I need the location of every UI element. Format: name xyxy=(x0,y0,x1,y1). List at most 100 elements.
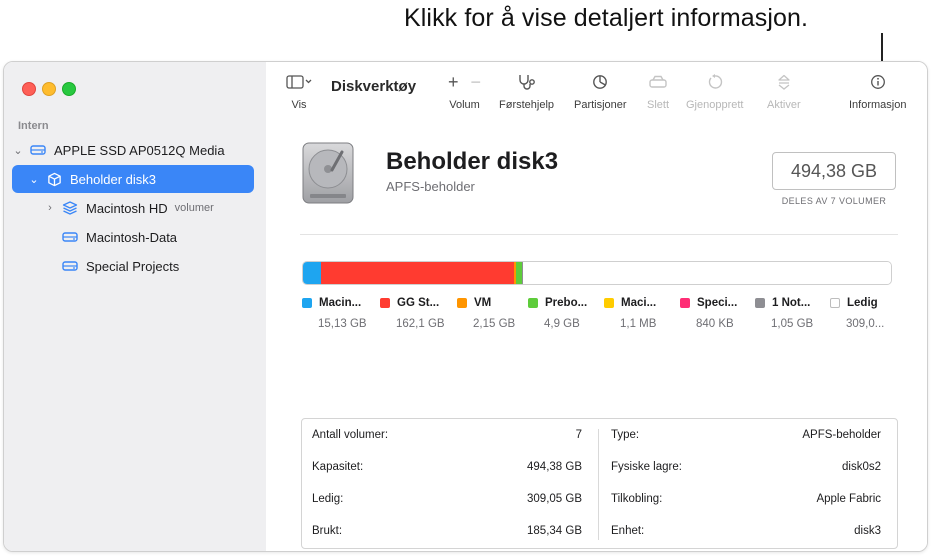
legend-value: 1,05 GB xyxy=(771,318,814,330)
sidebar-item-apple-ssd[interactable]: ⌄ APPLE SSD AP0512Q Media xyxy=(12,136,260,164)
first-aid-button[interactable]: Førstehjelp xyxy=(499,72,554,111)
legend-value: 2,15 GB xyxy=(473,318,516,330)
sidebar-item-label: Macintosh-Data xyxy=(86,229,178,245)
view-button[interactable]: Vis xyxy=(286,72,312,111)
sidebar-item-macintosh-hd[interactable]: › Macintosh HD volumer xyxy=(12,194,260,222)
info-row: Tilkobling: Apple Fabric xyxy=(601,483,889,515)
info-button[interactable]: Informasjon xyxy=(849,72,906,111)
view-label: Vis xyxy=(291,99,307,111)
mount-icon xyxy=(776,72,792,92)
legend-item: Ledig 309,0... xyxy=(830,297,906,330)
add-volume-icon[interactable]: + xyxy=(448,72,459,93)
usage-segment xyxy=(523,262,891,284)
info-row: Type: APFS-beholder xyxy=(601,419,889,451)
info-row: Fysiske lagre: disk0s2 xyxy=(601,451,889,483)
sidebar-item-label: APPLE SSD AP0512Q Media xyxy=(54,142,225,158)
info-key: Enhet: xyxy=(611,525,645,537)
sidebar-item-special-projects[interactable]: Special Projects xyxy=(56,252,256,280)
layers-icon xyxy=(62,200,78,216)
sidebar-item-label: Beholder disk3 xyxy=(70,171,156,187)
restore-icon xyxy=(707,72,723,92)
app-title: Diskverktøy xyxy=(331,78,417,95)
info-row: Brukt: 185,34 GB xyxy=(302,515,590,547)
legend-value: 15,13 GB xyxy=(318,318,367,330)
chevron-down-icon[interactable]: ⌄ xyxy=(28,173,40,186)
legend-swatch xyxy=(528,298,538,308)
legend-value: 4,9 GB xyxy=(544,318,580,330)
info-value: 185,34 GB xyxy=(527,525,582,537)
info-key: Brukt: xyxy=(312,525,343,537)
info-key: Antall volumer: xyxy=(312,429,389,441)
hard-disk-icon xyxy=(302,142,354,204)
partition-label: Partisjoner xyxy=(574,99,627,111)
mount-button[interactable]: Aktiver xyxy=(767,72,801,111)
callout-text: Klikk for å vise detaljert informasjon. xyxy=(404,4,809,32)
usage-segment xyxy=(303,262,321,284)
legend-item: Macin... 15,13 GB xyxy=(302,297,378,330)
legend-value: 1,1 MB xyxy=(620,318,657,330)
legend-swatch xyxy=(604,298,614,308)
legend-swatch xyxy=(830,298,840,308)
disk-size-box: 494,38 GB xyxy=(772,152,896,190)
legend-item: Prebo... 4,9 GB xyxy=(528,297,604,330)
zoom-window-button[interactable] xyxy=(62,82,76,96)
usage-segment xyxy=(320,262,514,284)
first-aid-label: Førstehjelp xyxy=(499,99,555,111)
info-value: disk0s2 xyxy=(842,461,881,473)
partition-button[interactable]: Partisjoner xyxy=(574,72,627,111)
disk-utility-window: Intern ⌄ APPLE SSD AP0512Q Media ⌄ Behol… xyxy=(3,61,928,552)
legend-value: 309,0... xyxy=(846,318,885,330)
info-key: Tilkobling: xyxy=(611,493,663,505)
chevron-right-icon[interactable]: › xyxy=(44,202,56,214)
sidebar-item-label: Macintosh HD xyxy=(86,200,168,216)
legend-item: Speci... 840 KB xyxy=(680,297,756,330)
shared-volumes-note: DELES AV 7 VOLUMER xyxy=(781,196,887,206)
info-column-separator xyxy=(598,429,599,540)
volume-button[interactable]: + − Volum xyxy=(448,72,481,112)
legend-label: Prebo... xyxy=(545,297,588,309)
remove-volume-icon[interactable]: − xyxy=(471,72,482,93)
volume-controls: + − xyxy=(448,72,481,92)
legend-label: Macin... xyxy=(319,297,362,309)
legend-value: 840 KB xyxy=(696,318,734,330)
legend-label: Speci... xyxy=(697,297,738,309)
restore-label: Gjenopprett xyxy=(686,99,744,111)
erase-button[interactable]: Slett xyxy=(647,72,669,111)
sidebar: Intern ⌄ APPLE SSD AP0512Q Media ⌄ Behol… xyxy=(4,62,267,551)
info-value: disk3 xyxy=(854,525,881,537)
legend-label: Maci... xyxy=(621,297,657,309)
info-value: 7 xyxy=(575,429,582,441)
drive-icon xyxy=(30,142,46,158)
volume-group-tag: volumer xyxy=(174,202,214,214)
info-table: Antall volumer: 7 Kapasitet: 494,38 GB Ledig… xyxy=(301,418,898,549)
legend-item: GG St... 162,1 GB xyxy=(380,297,456,330)
info-value: Apple Fabric xyxy=(816,493,881,505)
main-content: Beholder disk3 APFS-beholder 494,38 GB D… xyxy=(266,120,927,551)
legend-item: VM 2,15 GB xyxy=(457,297,533,330)
toolbar: Vis Diskverktøy + − Volum Førstehjelp Pa… xyxy=(266,62,927,121)
minimize-window-button[interactable] xyxy=(42,82,56,96)
info-value: 309,05 GB xyxy=(527,493,582,505)
info-key: Type: xyxy=(611,429,640,441)
legend-swatch xyxy=(380,298,390,308)
stethoscope-icon xyxy=(517,72,537,92)
drive-icon xyxy=(62,258,78,274)
divider xyxy=(300,234,898,235)
legend-label: 1 Not... xyxy=(772,297,811,309)
erase-label: Slett xyxy=(647,99,670,111)
pie-chart-icon xyxy=(592,72,608,92)
info-key: Ledig: xyxy=(312,493,344,505)
info-value: 494,38 GB xyxy=(527,461,582,473)
restore-button[interactable]: Gjenopprett xyxy=(686,72,743,111)
legend-label: Ledig xyxy=(847,297,878,309)
sidebar-item-macintosh-data[interactable]: Macintosh-Data xyxy=(56,223,256,251)
close-window-button[interactable] xyxy=(22,82,36,96)
legend-item: 1 Not... 1,05 GB xyxy=(755,297,831,330)
sidebar-item-beholder-disk3[interactable]: ⌄ Beholder disk3 xyxy=(12,165,254,193)
chevron-down-icon[interactable]: ⌄ xyxy=(12,144,24,157)
info-row: Enhet: disk3 xyxy=(601,515,889,547)
mount-label: Aktiver xyxy=(767,99,801,111)
eraser-icon xyxy=(648,72,668,92)
info-row: Ledig: 309,05 GB xyxy=(302,483,590,515)
drive-icon xyxy=(62,229,78,245)
